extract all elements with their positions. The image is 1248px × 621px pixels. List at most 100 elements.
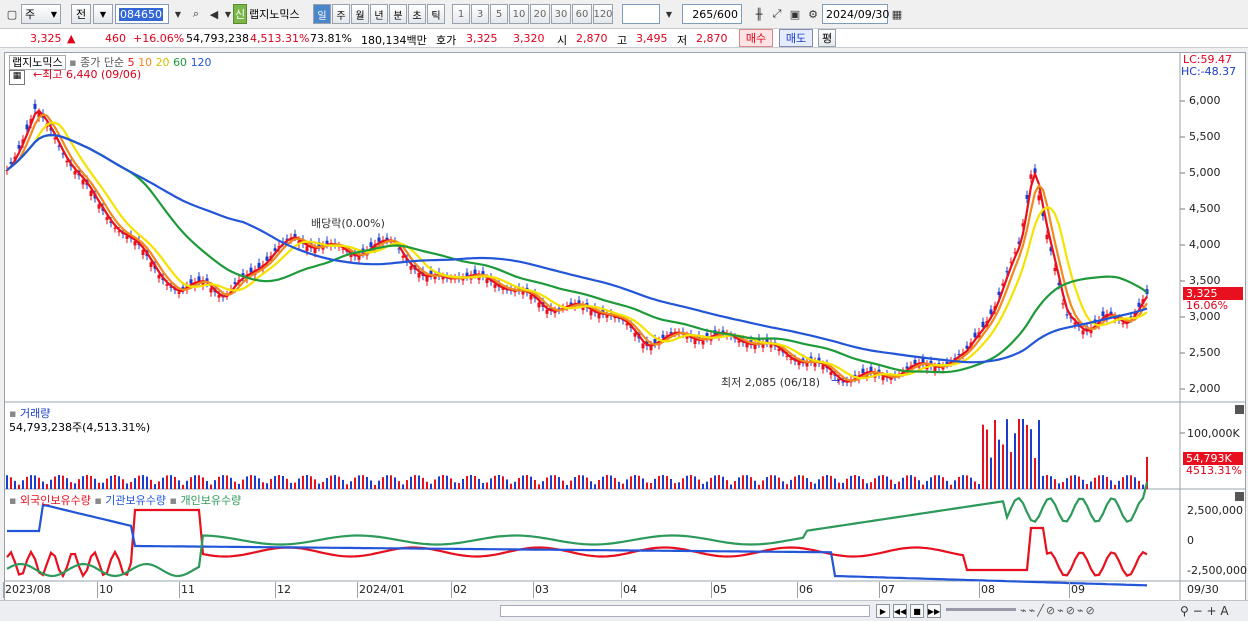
volume-bar [186,480,188,489]
foreign-holding-legend: 외국인보유수량 [19,494,91,507]
stop-icon[interactable]: ■ [910,604,924,618]
volume-bar [222,475,224,489]
period-button-3[interactable]: 년 [370,4,388,24]
window-icon[interactable]: ▢ [3,4,21,24]
volume-bar [438,476,440,489]
volume-bar [414,475,416,489]
calculator-icon[interactable]: ▦ [9,70,25,85]
interval-custom-input[interactable] [622,4,660,24]
period-button-5[interactable]: 초 [408,4,426,24]
search-icon[interactable]: ⌕ [187,4,205,24]
holding-panel-close-icon[interactable] [1235,492,1244,501]
volume-bar [514,481,516,489]
speaker-icon[interactable]: ◀ [205,4,223,24]
period-button-1[interactable]: 주 [332,4,350,24]
candle-body [1121,323,1125,325]
chart-canvas[interactable] [5,53,1245,601]
gear-icon[interactable]: ⚙ [804,4,822,24]
count-field[interactable]: 265 /600 [682,4,742,24]
volume-bar [1054,479,1056,489]
interval-button-10[interactable]: 10 [509,4,529,24]
period-button-2[interactable]: 월 [351,4,369,24]
save-icon[interactable]: ▣ [786,4,804,24]
speaker-dropdown-icon[interactable]: ▼ [223,4,233,24]
period-button-6[interactable]: 틱 [427,4,445,24]
volume-bar [1010,452,1012,489]
interval-dropdown-icon[interactable]: ▼ [660,4,678,24]
period-type-select[interactable]: 주 ▼ [21,4,61,24]
volume-bar [998,439,1000,489]
volume-bar [710,477,712,489]
eval-button[interactable]: 평 [818,29,836,47]
interval-button-120[interactable]: 120 [593,4,613,24]
time-scrollbar[interactable]: ▶ ◀◀ ■ ▶▶ ⌁⌁╱⊘⌁⊘⌁⊘ ⚲ − + A [0,600,1248,621]
x-axis-label: 11 [181,583,195,596]
volume-bar [498,475,500,489]
volume-bar [1042,475,1044,489]
volume-bar [670,478,672,489]
volume-bar [322,481,324,489]
price-y-tick: 4,500 [1189,202,1221,215]
x-axis-label: 05 [713,583,727,596]
volume-bar [682,478,684,489]
interval-button-60[interactable]: 60 [572,4,592,24]
period-button-4[interactable]: 분 [389,4,407,24]
zoom-icons[interactable]: ⚲ − + A [1180,604,1229,618]
scrollbar-track[interactable] [500,605,870,617]
volume-bar [302,475,304,489]
volume-bar [474,476,476,489]
interval-button-3[interactable]: 3 [471,4,489,24]
volume-bar [730,484,732,489]
interval-button-30[interactable]: 30 [551,4,571,24]
calendar-icon[interactable]: ▦ [888,4,906,24]
volume-bar [1046,475,1048,489]
zoom-slider[interactable] [946,608,1016,611]
chevron-down-icon: ▼ [50,9,57,19]
tool-icons[interactable]: ⌁⌁╱⊘⌁⊘⌁⊘ [1020,604,1097,617]
volume-bar [758,484,760,489]
sell-button[interactable]: 매도 [779,29,813,47]
period-button-0[interactable]: 일 [313,4,331,24]
volume-bar [1106,476,1108,489]
volume-bar [706,481,708,489]
candle-style-icon[interactable]: ╫ [750,4,768,24]
volume-bar [306,475,308,489]
scroll-first-icon[interactable]: ◀◀ [893,604,907,618]
volume-bar [546,477,548,489]
volume-bar [154,484,156,489]
scroll-last-icon[interactable]: ▶▶ [927,604,941,618]
interval-button-1[interactable]: 1 [452,4,470,24]
market-dropdown-icon[interactable]: ▼ [93,4,113,24]
draw-tool-icon[interactable]: ⤢ [768,4,786,24]
volume-bar [258,478,260,489]
volume-current-pct: 4513.31% [1186,464,1242,477]
volume-bar [138,475,140,489]
volume-panel-close-icon[interactable] [1235,405,1244,414]
scroll-right-icon[interactable]: ▶ [876,604,890,618]
interval-button-5[interactable]: 5 [490,4,508,24]
volume-bar [182,484,184,489]
x-axis-label: 07 [881,583,895,596]
volume-bar [538,484,540,489]
volume-bar [962,475,964,489]
market-button[interactable]: 전 [71,4,91,24]
code-dropdown-icon[interactable]: ▼ [169,4,187,24]
chart-area[interactable]: 랩지노믹스 ▪ 종가 단순 5 10 20 60 120 ←최고 6,440 (… [3,52,1247,604]
buy-button[interactable]: 매수 [739,29,773,47]
volume-bar [950,484,952,489]
holding-y-tick-top: 2,500,000 [1187,504,1243,517]
volume-bar [970,477,972,489]
volume-bar [1070,475,1072,489]
change-arrow: ▲ [67,32,76,45]
interval-button-20[interactable]: 20 [530,4,550,24]
volume-bar [770,475,772,489]
x-axis-tick [533,582,534,598]
volume-bar [54,476,56,489]
candle-body [537,302,541,308]
volume-bar [662,475,664,489]
price-y-tick: 6,000 [1189,94,1221,107]
x-axis-tick [1069,582,1070,598]
stock-code-input[interactable]: 084650 [115,4,169,24]
date-input[interactable]: 2024/09/30 [822,4,889,24]
volume-bar [1122,477,1124,489]
